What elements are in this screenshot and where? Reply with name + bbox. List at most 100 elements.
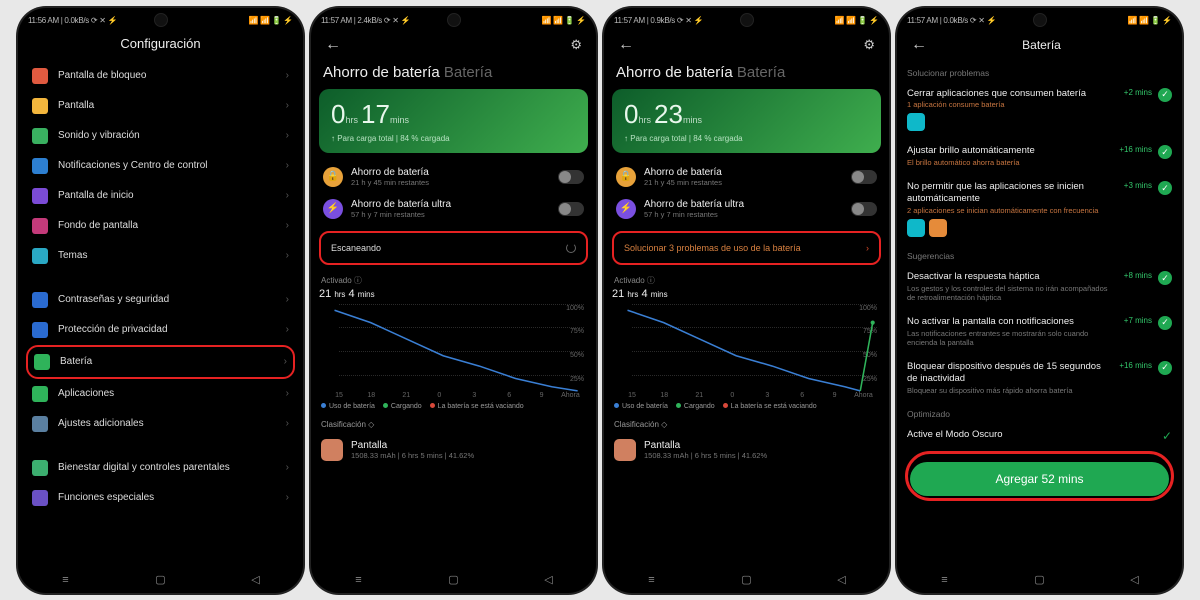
scanning-label: Escaneando <box>331 243 381 253</box>
setting-label: Ajustes adicionales <box>58 418 144 429</box>
settings-gear-icon[interactable]: ⚙ <box>859 33 879 57</box>
problem-row[interactable]: Ajustar brillo automáticamenteEl brillo … <box>905 139 1174 175</box>
nav-home[interactable]: ▢ <box>444 573 464 586</box>
problem-row[interactable]: Bloquear dispositivo después de 15 segun… <box>905 355 1174 403</box>
app-mini-icon <box>907 219 925 237</box>
screen-on-time: 21 hrs 4 mins <box>319 288 588 302</box>
check-icon[interactable]: ✓ <box>1158 88 1172 102</box>
sort-row[interactable]: Clasificación ◇ <box>319 416 588 433</box>
battery-saver-toggle[interactable] <box>558 170 584 184</box>
setting-row-pantalla-de-bloqueo[interactable]: Pantalla de bloqueo› <box>26 61 295 91</box>
title-sub: Batería <box>444 64 492 81</box>
setting-icon <box>32 292 48 308</box>
check-icon[interactable]: ✓ <box>1158 361 1172 375</box>
ultra-saver-toggle[interactable] <box>558 202 584 216</box>
gain-label: +3 mins <box>1124 181 1152 190</box>
setting-label: Temas <box>58 250 87 261</box>
app-name: Pantalla <box>351 440 474 451</box>
nav-menu[interactable]: ≡ <box>935 574 955 586</box>
notch <box>447 13 461 27</box>
nav-back[interactable]: ◁ <box>246 573 266 586</box>
chevron-right-icon: › <box>286 492 289 503</box>
problem-sub: 2 aplicaciones se inician automáticament… <box>907 206 1118 215</box>
nav-home[interactable]: ▢ <box>737 573 757 586</box>
nav-back[interactable]: ◁ <box>1125 573 1145 586</box>
back-button[interactable]: ← <box>614 32 638 58</box>
battery-saver-toggle[interactable] <box>851 170 877 184</box>
status-right: 📶 📶 🔋 ⚡ <box>542 16 586 25</box>
setting-row-sonido-y-vibraci-n[interactable]: Sonido y vibración› <box>26 121 295 151</box>
fix-problems-pill[interactable]: Solucionar 3 problemas de uso de la bate… <box>612 231 881 265</box>
battery-saver-row[interactable]: 🔒 Ahorro de batería 21 h y 45 min restan… <box>612 161 881 193</box>
check-icon[interactable]: ✓ <box>1158 316 1172 330</box>
problem-row[interactable]: No activar la pantalla con notificacione… <box>905 310 1174 355</box>
ultra-saver-icon: ⚡ <box>616 199 636 219</box>
setting-row-fondo-de-pantalla[interactable]: Fondo de pantalla› <box>26 211 295 241</box>
page-title: Ahorro de batería Batería <box>612 62 881 89</box>
settings-gear-icon[interactable]: ⚙ <box>566 33 586 57</box>
setting-label: Pantalla <box>58 100 94 111</box>
setting-row-contrase-as-y-seguridad[interactable]: Contraseñas y seguridad › <box>26 285 295 315</box>
android-nav: ≡ ▢ ◁ <box>897 567 1182 593</box>
nav-menu[interactable]: ≡ <box>349 574 369 586</box>
chevron-right-icon: › <box>286 190 289 201</box>
setting-row-protecci-n-de-privacidad[interactable]: Protección de privacidad› <box>26 315 295 345</box>
setting-row-pantalla[interactable]: Pantalla› <box>26 91 295 121</box>
gain-label: +16 mins <box>1119 361 1152 370</box>
setting-icon <box>34 354 50 370</box>
app-usage-row[interactable]: Pantalla 1508.33 mAh | 6 hrs 5 mins | 41… <box>612 433 881 467</box>
battery-chart[interactable]: 100% 75% 50% 25% 15 18 21 0 3 6 9 Ahora <box>612 304 881 399</box>
charge-card[interactable]: 0hrs 17mins ↑ Para carga total | 84 % ca… <box>319 89 588 153</box>
setting-row-ajustes-adicionales[interactable]: Ajustes adicionales› <box>26 409 295 439</box>
battery-chart[interactable]: 100% 75% 50% 25% 15 18 21 0 3 6 9 Ahora <box>319 304 588 399</box>
setting-row-aplicaciones[interactable]: Aplicaciones › <box>26 379 295 409</box>
setting-label: Aplicaciones <box>58 388 114 399</box>
ultra-saver-row[interactable]: ⚡ Ahorro de batería ultra 57 h y 7 min r… <box>612 193 881 225</box>
status-left: 11:56 AM | 0.0kB/s ⟳ ✕ ⚡ <box>28 16 117 25</box>
ultra-saver-toggle[interactable] <box>851 202 877 216</box>
problem-row[interactable]: Cerrar aplicaciones que consumen batería… <box>905 82 1174 140</box>
problem-row[interactable]: Desactivar la respuesta hápticaLos gesto… <box>905 265 1174 310</box>
chevron-right-icon: › <box>286 462 289 473</box>
optimized-row[interactable]: Active el Modo Oscuro ✓ <box>905 423 1174 451</box>
chevron-right-icon: › <box>286 388 289 399</box>
phone-1-settings: 11:56 AM | 0.0kB/s ⟳ ✕ ⚡ 📶 📶 🔋 ⚡ Configu… <box>18 8 303 593</box>
nav-back[interactable]: ◁ <box>832 573 852 586</box>
app-usage-row[interactable]: Pantalla 1508.33 mAh | 6 hrs 5 mins | 41… <box>319 433 588 467</box>
setting-row-bater-a[interactable]: Batería› <box>26 345 295 379</box>
status-right: 📶 📶 🔋 ⚡ <box>1128 16 1172 25</box>
setting-row-notificaciones-y-centro-de-control[interactable]: Notificaciones y Centro de control› <box>26 151 295 181</box>
nav-back[interactable]: ◁ <box>539 573 559 586</box>
spinner-icon <box>566 243 576 253</box>
sort-row[interactable]: Clasificación ◇ <box>612 416 881 433</box>
charge-card[interactable]: 0hrs 23mins ↑ Para carga total | 84 % ca… <box>612 89 881 153</box>
battery-saver-row[interactable]: 🔒 Ahorro de batería 21 h y 45 min restan… <box>319 161 588 193</box>
chevron-right-icon: › <box>286 294 289 305</box>
back-button[interactable]: ← <box>907 32 931 58</box>
setting-label: Contraseñas y seguridad <box>58 294 169 305</box>
status-left: 11:57 AM | 0.0kB/s ⟳ ✕ ⚡ <box>907 16 996 25</box>
back-button[interactable]: ← <box>321 32 345 58</box>
setting-row-temas[interactable]: Temas› <box>26 241 295 271</box>
check-icon[interactable]: ✓ <box>1158 145 1172 159</box>
problem-sub: Las notificaciones entrantes se mostrará… <box>907 329 1118 347</box>
setting-row-pantalla-de-inicio[interactable]: Pantalla de inicio› <box>26 181 295 211</box>
nav-home[interactable]: ▢ <box>1030 573 1050 586</box>
setting-label: Protección de privacidad <box>58 324 168 335</box>
setting-row-funciones-especiales[interactable]: Funciones especiales› <box>26 483 295 513</box>
ultra-saver-row[interactable]: ⚡ Ahorro de batería ultra 57 h y 7 min r… <box>319 193 588 225</box>
charge-subtitle: ↑ Para carga total | 84 % cargada <box>331 134 576 143</box>
nav-menu[interactable]: ≡ <box>56 574 76 586</box>
nav-menu[interactable]: ≡ <box>642 574 662 586</box>
setting-icon <box>32 460 48 476</box>
add-mins-button[interactable]: Agregar 52 mins <box>910 462 1169 496</box>
android-nav: ≡ ▢ ◁ <box>18 567 303 593</box>
setting-row-bienestar-digital-y-controles-parentales[interactable]: Bienestar digital y controles parentales… <box>26 453 295 483</box>
app-icon <box>614 439 636 461</box>
scanning-pill[interactable]: Escaneando <box>319 231 588 265</box>
battery-saver-icon: 🔒 <box>616 167 636 187</box>
check-icon[interactable]: ✓ <box>1158 181 1172 195</box>
nav-home[interactable]: ▢ <box>151 573 171 586</box>
problem-row[interactable]: No permitir que las aplicaciones se inic… <box>905 175 1174 245</box>
check-icon[interactable]: ✓ <box>1158 271 1172 285</box>
